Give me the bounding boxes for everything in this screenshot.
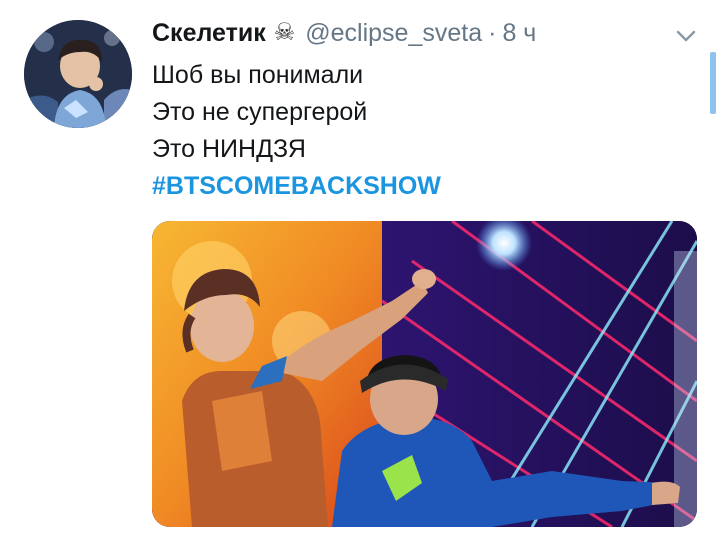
tweet-text-line: Шоб вы понимали — [152, 61, 364, 89]
tweet-text-line: Это НИНДЗЯ — [152, 135, 306, 163]
author-display-name[interactable]: Скелетик — [152, 19, 266, 48]
tweet-timestamp[interactable]: 8 ч — [502, 19, 536, 48]
scrollbar[interactable] — [710, 52, 716, 114]
tweet-header: Скелетик ☠ @eclipse_sveta · 8 ч — [152, 16, 536, 50]
skull-icon: ☠ — [273, 19, 296, 46]
hashtag-link[interactable]: #BTSCOMEBACKSHOW — [152, 168, 441, 205]
tweet-media-image[interactable] — [152, 221, 697, 527]
chevron-down-icon[interactable] — [675, 28, 697, 44]
tweet-text-line: Это не супергерой — [152, 98, 368, 126]
tweet-text: Шоб вы понимали Это не супергерой Это НИ… — [152, 57, 441, 205]
tweet[interactable]: Скелетик ☠ @eclipse_sveta · 8 ч Шоб вы п… — [0, 0, 720, 542]
separator-dot: · — [488, 18, 497, 47]
author-handle[interactable]: @eclipse_sveta — [305, 19, 482, 48]
avatar[interactable] — [24, 20, 132, 128]
